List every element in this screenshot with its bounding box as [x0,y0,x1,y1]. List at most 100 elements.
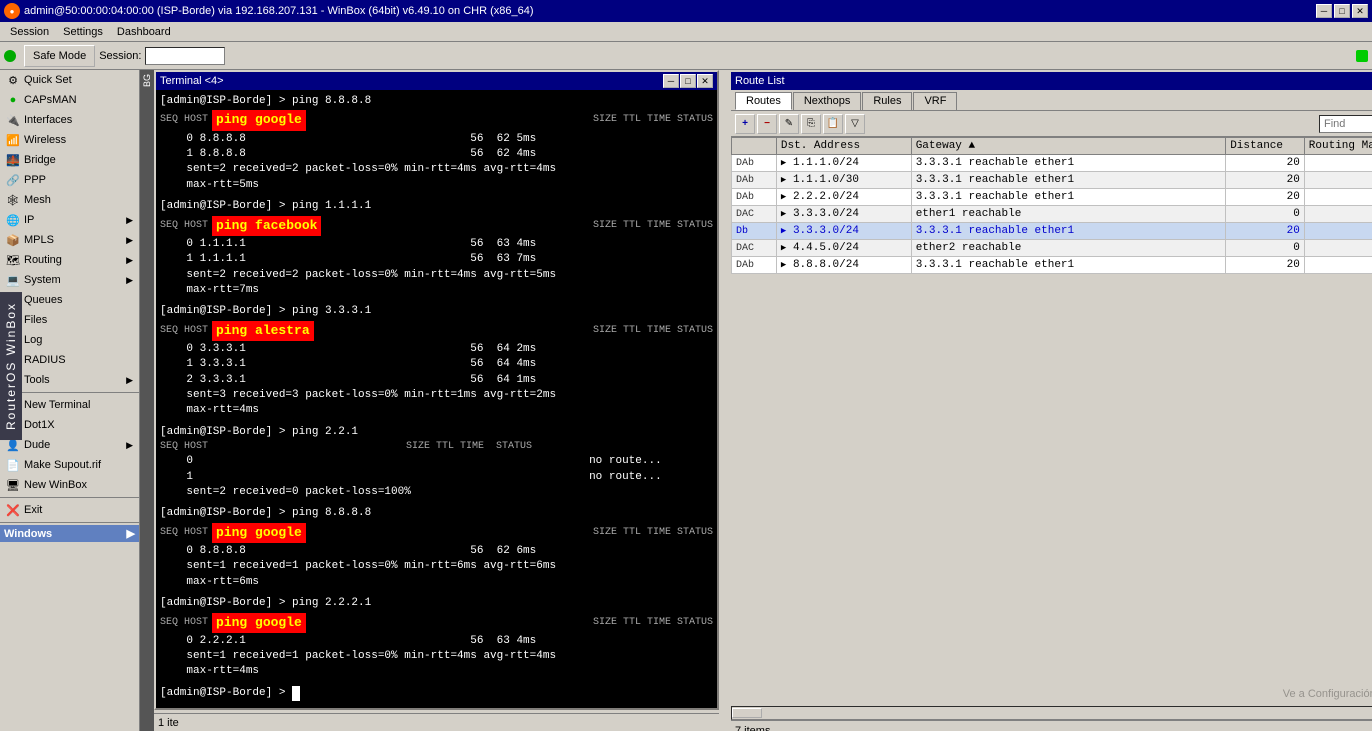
row-gateway: ether1 reachable [911,206,1225,223]
sidebar-item-bridge[interactable]: 🌉 Bridge [0,150,139,170]
col-flags[interactable] [732,138,777,155]
toolbar: Safe Mode Session: [0,42,1372,70]
scrollbar-thumb[interactable] [732,708,762,718]
status-indicator [1356,50,1368,62]
sidebar-label-quickset: Quick Set [24,74,72,86]
sidebar-item-interfaces[interactable]: 🔌 Interfaces [0,110,139,130]
terminal-line: sent=1 received=1 packet-loss=0% min-rtt… [160,649,713,664]
terminal-minimize[interactable]: ─ [663,74,679,88]
tab-vrf[interactable]: VRF [913,92,957,110]
add-button[interactable]: + [735,114,755,134]
routing-icon: 🗺 [6,253,20,267]
quickset-icon: ⚙ [6,73,20,87]
row-flags: DAb [732,155,777,172]
row-distance: 0 [1226,240,1305,257]
menu-session[interactable]: Session [4,24,55,40]
route-scrollbar-h[interactable] [731,706,1372,720]
sidebar-item-mpls[interactable]: 📦 MPLS ▶ [0,230,139,250]
sidebar-item-quickset[interactable]: ⚙ Quick Set [0,70,139,90]
row-dst: ▶ 8.8.8.0/24 [776,257,911,274]
terminal-line: 1 no route... [160,470,713,485]
copy-button[interactable]: ⎘ [801,114,821,134]
row-mark [1304,240,1372,257]
interfaces-icon: 🔌 [6,113,20,127]
minimize-button[interactable]: ─ [1316,4,1332,18]
tab-routes[interactable]: Routes [735,92,792,110]
main-layout: ⚙ Quick Set ● CAPsMAN 🔌 Interfaces 📶 Wir… [0,70,1372,731]
filter-button[interactable]: ▽ [845,114,865,134]
sidebar-label-dude: Dude [24,439,50,451]
title-bar-controls[interactable]: ─ □ ✕ [1316,4,1368,18]
session-input[interactable] [145,47,225,65]
paste-button[interactable]: 📋 [823,114,843,134]
terminal-titlebar: Terminal <4> ─ □ ✕ [156,72,717,90]
sidebar-item-wireless[interactable]: 📶 Wireless [0,130,139,150]
terminal-line: sent=2 received=2 packet-loss=0% min-rtt… [160,268,713,283]
terminal-line: 0 no route... [160,454,713,469]
sidebar-item-exit[interactable]: ❌ Exit [0,500,139,520]
bg-strip: BG [140,70,154,731]
close-button[interactable]: ✕ [1352,4,1368,18]
sidebar-item-routing[interactable]: 🗺 Routing ▶ [0,250,139,270]
sidebar-label-log: Log [24,334,42,346]
route-search-input[interactable] [1319,115,1372,133]
sidebar-item-system[interactable]: 💻 System ▶ [0,270,139,290]
ppp-icon: 🔗 [6,173,20,187]
tools-arrow: ▶ [126,375,133,386]
terminal-line: 1 3.3.3.1 56 64 4ms [160,357,713,372]
connection-indicator [4,50,16,62]
sidebar-item-capsman[interactable]: ● CAPsMAN [0,90,139,110]
title-bar-left: ● admin@50:00:00:04:00:00 (ISP-Borde) vi… [4,3,534,19]
ping-label-google-3: ping google [212,613,306,633]
sidebar-item-ip[interactable]: 🌐 IP ▶ [0,210,139,230]
row-arrow: ▶ [781,158,786,168]
system-arrow: ▶ [126,275,133,286]
safe-mode-button[interactable]: Safe Mode [24,45,95,67]
sidebar-label-queues: Queues [24,294,63,306]
sidebar-divider-3 [0,522,139,523]
windows-section[interactable]: Windows ▶ [0,525,139,542]
route-window: Route List ─ □ ✕ Routes Nexthops Rules V… [729,70,1372,731]
sidebar-label-routing: Routing [24,254,62,266]
row-flags: DAb [732,189,777,206]
row-distance: 20 [1226,189,1305,206]
tab-rules[interactable]: Rules [862,92,912,110]
sidebar-item-make-supout[interactable]: 📄 Make Supout.rif [0,455,139,475]
row-arrow: ▶ [781,175,786,185]
ping-alestra-label: SEQ HOST ping alestra SIZE TTL TIME STAT… [160,321,713,341]
maximize-button[interactable]: □ [1334,4,1350,18]
dude-arrow: ▶ [126,440,133,451]
tab-nexthops[interactable]: Nexthops [793,92,861,110]
title-bar: ● admin@50:00:00:04:00:00 (ISP-Borde) vi… [0,0,1372,22]
sidebar-label-mesh: Mesh [24,194,51,206]
row-gateway: 3.3.3.1 reachable ether1 [911,155,1225,172]
terminal-title: Terminal <4> [160,75,224,87]
title-bar-text: admin@50:00:00:04:00:00 (ISP-Borde) via … [24,5,534,17]
content-area: Terminal <4> ─ □ ✕ [admin@ISP-Borde] > p… [154,70,1372,731]
menu-dashboard[interactable]: Dashboard [111,24,177,40]
terminal-line: max-rtt=5ms [160,178,713,193]
col-mark[interactable]: Routing Mark [1304,138,1372,155]
routing-arrow: ▶ [126,255,133,266]
route-title: Route List [735,75,785,87]
terminal-controls[interactable]: ─ □ ✕ [663,74,713,88]
terminal-line: [admin@ISP-Borde] > ping 2.2.2.1 [160,596,713,611]
sidebar-item-new-winbox[interactable]: 🖥 New WinBox [0,475,139,495]
terminal-content[interactable]: [admin@ISP-Borde] > ping 8.8.8.8 SEQ HOS… [156,90,717,708]
remove-button[interactable]: − [757,114,777,134]
row-gateway: 3.3.3.1 reachable ether1 [911,189,1225,206]
col-gateway[interactable]: Gateway ▲ [911,138,1225,155]
terminal-maximize[interactable]: □ [680,74,696,88]
edit-button[interactable]: ✎ [779,114,799,134]
terminal-close[interactable]: ✕ [697,74,713,88]
menu-settings[interactable]: Settings [57,24,109,40]
sidebar-item-mesh[interactable]: 🕸 Mesh [0,190,139,210]
ping-label-google-1: ping google [212,110,306,130]
col-distance[interactable]: Distance [1226,138,1305,155]
route-table-container[interactable]: Dst. Address Gateway ▲ Distance Routing … [731,137,1372,706]
col-dst[interactable]: Dst. Address [776,138,911,155]
route-table: Dst. Address Gateway ▲ Distance Routing … [731,137,1372,274]
row-arrow: ▶ [781,243,786,253]
sidebar-label-new-winbox: New WinBox [24,479,87,491]
sidebar-item-ppp[interactable]: 🔗 PPP [0,170,139,190]
